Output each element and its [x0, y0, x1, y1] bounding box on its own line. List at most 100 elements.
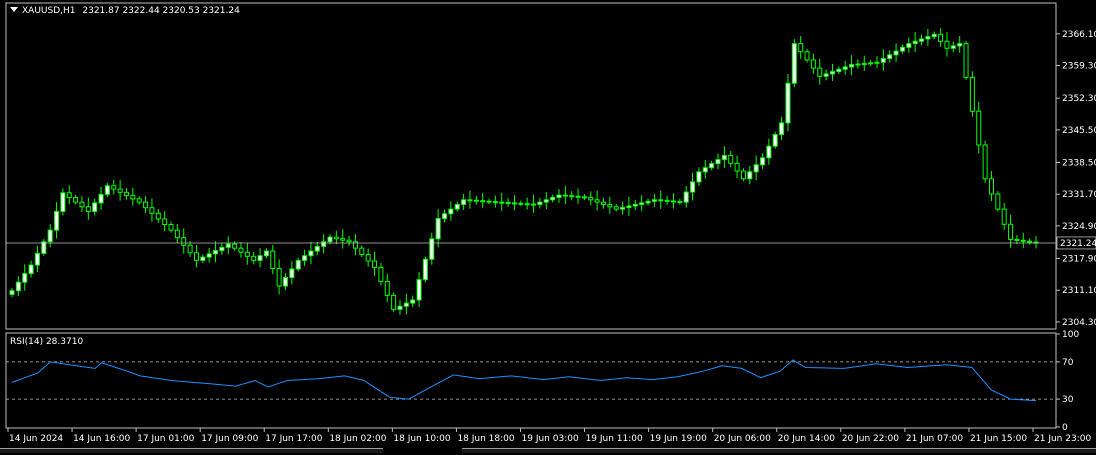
candle-116 [747, 165, 753, 185]
candle-body [41, 241, 47, 254]
candle-body [842, 66, 848, 70]
candle-7 [54, 202, 60, 239]
candle-body [511, 202, 517, 205]
candle-body [499, 201, 505, 204]
candle-123 [791, 39, 797, 88]
candle-79 [511, 195, 517, 211]
price-tick-label-8: 2311.10 [1062, 286, 1096, 296]
candle-body [34, 252, 40, 266]
candle-37 [244, 242, 250, 265]
candle-12 [85, 197, 91, 220]
candle-92 [594, 190, 600, 211]
candle-body [690, 181, 696, 193]
price-tick-label-2: 2352.30 [1062, 94, 1096, 104]
candle-111 [715, 153, 721, 170]
candle-body [931, 33, 937, 38]
candle-94 [607, 196, 613, 214]
candle-10 [73, 194, 79, 205]
candle-125 [804, 48, 810, 63]
candle-15 [104, 183, 110, 197]
candle-body [645, 200, 651, 204]
candle-150 [963, 40, 969, 80]
price-tick-label-9: 2304.30 [1062, 318, 1096, 328]
candle-89 [575, 188, 581, 204]
candle-body [251, 255, 257, 261]
candle-39 [257, 248, 263, 268]
horizontal-scrollbar[interactable] [0, 448, 383, 453]
candle-body [416, 279, 422, 301]
candle-body [136, 198, 142, 203]
candle-body [378, 266, 384, 282]
candle-body [454, 203, 460, 210]
candle-118 [760, 153, 766, 169]
candle-121 [779, 116, 785, 140]
candle-80 [518, 200, 524, 207]
candle-body [607, 203, 613, 208]
candle-24 [162, 211, 168, 232]
candle-147 [944, 31, 950, 57]
candle-140 [899, 44, 905, 54]
candle-body [696, 171, 702, 183]
candle-body [1027, 240, 1033, 243]
candle-body [448, 208, 454, 215]
candle-119 [766, 138, 772, 165]
candle-74 [480, 193, 486, 209]
rsi-series [11, 359, 1037, 402]
candle-body [823, 73, 829, 77]
candle-83 [537, 197, 543, 209]
candle-44 [289, 261, 295, 285]
candle-48 [314, 241, 320, 256]
candle-25 [168, 221, 174, 233]
candle-1 [15, 276, 21, 297]
candle-body [206, 253, 212, 258]
candle-body [537, 201, 543, 205]
candle-93 [601, 197, 607, 209]
candle-105 [677, 198, 683, 205]
candle-body [632, 203, 638, 207]
candle-body [620, 207, 626, 210]
candle-122 [785, 73, 791, 132]
candle-body [104, 185, 110, 195]
candle-4 [34, 245, 40, 272]
candle-body [518, 202, 524, 205]
candle-84 [543, 192, 549, 210]
candle-body [651, 199, 657, 202]
candle-95 [613, 203, 619, 212]
candle-body [238, 247, 244, 253]
candle-body [626, 205, 632, 209]
candle-63 [410, 295, 416, 308]
candle-body [893, 50, 899, 56]
candle-46 [302, 249, 308, 266]
candle-body [384, 280, 390, 296]
candle-body [938, 33, 944, 42]
triangle-down-icon[interactable] [10, 7, 18, 12]
candle-69 [448, 201, 454, 221]
candle-153 [982, 140, 988, 183]
candle-body [721, 155, 727, 161]
candle-45 [295, 257, 301, 272]
candle-body [181, 237, 187, 246]
chart-canvas[interactable]: 2366.10 2359.30 2352.30 2345.50 2338.50 2331.… [0, 0, 1096, 452]
candle-40 [263, 248, 269, 259]
candle-body [9, 290, 15, 295]
candle-88 [569, 191, 575, 201]
candle-51 [333, 231, 339, 245]
candle-102 [658, 190, 664, 209]
price-tick-label-5: 2331.70 [1062, 190, 1096, 200]
candle-body [422, 258, 428, 281]
candle-32 [213, 241, 219, 263]
candle-body [302, 255, 308, 261]
price-tick-label-0: 2366.10 [1062, 30, 1096, 40]
candle-body [747, 171, 753, 180]
candle-body [791, 43, 797, 84]
chart-window[interactable]: 2366.10 2359.30 2352.30 2345.50 2338.50 2331.… [0, 0, 1096, 453]
candle-body [976, 110, 982, 146]
time-tick-label-13: 20 Jun 22:00 [842, 434, 899, 444]
candle-body [810, 59, 816, 69]
candle-56 [365, 248, 371, 267]
candle-body [174, 229, 180, 239]
price-tick-label-7: 2317.90 [1062, 255, 1096, 265]
candle-body [85, 206, 91, 212]
candle-55 [359, 245, 365, 258]
candle-body [798, 43, 804, 53]
